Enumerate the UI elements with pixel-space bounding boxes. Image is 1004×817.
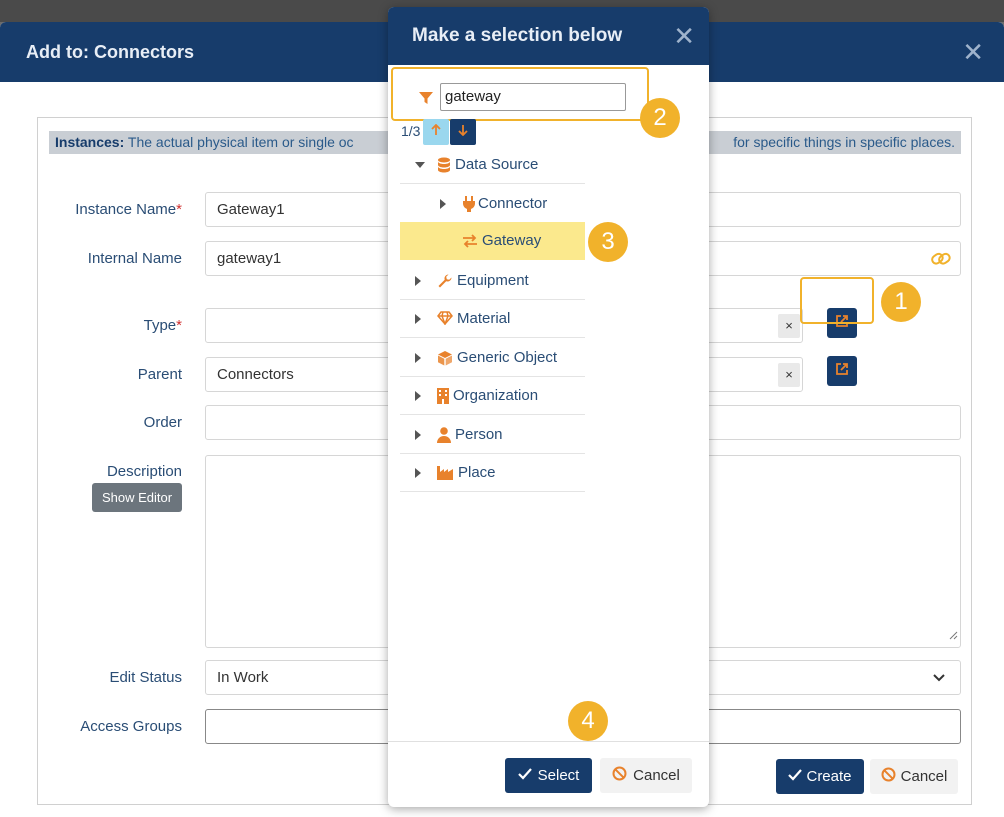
callout-4: 4 [568,701,608,741]
filter-icon [419,91,433,109]
type-clear-button[interactable]: × [778,314,800,338]
tree-item-gateway[interactable]: Gateway [400,222,585,260]
order-label: Order [143,414,182,431]
check-icon [517,767,532,784]
tree-item-material[interactable]: Material [400,300,585,338]
dialog-title: Add to: Connectors [26,41,194,62]
ban-icon [612,766,627,785]
caret-right-icon[interactable] [415,391,421,401]
external-link-icon [835,362,849,381]
ban-icon [881,767,896,786]
caret-right-icon[interactable] [415,353,421,363]
tree-item-label: Material [457,310,511,327]
description-label: Description [106,463,182,480]
arrow-up-icon [431,123,441,141]
tree-item-data-source[interactable]: Data Source [400,146,585,184]
callout-1: 1 [881,282,921,322]
caret-right-icon[interactable] [415,314,421,324]
caret-right-icon[interactable] [415,468,421,478]
callout-2: 2 [640,98,680,138]
filter-highlight: gateway [391,67,649,121]
parent-label: Parent [137,366,182,383]
tree-item-label: Connector [478,195,548,212]
tree-item-label: Generic Object [457,349,558,366]
callout-3: 3 [588,222,628,262]
arrow-down-icon [458,123,468,141]
tree-item-equipment[interactable]: Equipment [400,262,585,300]
internal-name-label: Internal Name [87,250,182,267]
chevron-down-icon [932,662,946,695]
access-groups-label: Access Groups [80,718,182,735]
caret-right-icon[interactable] [415,430,421,440]
select-button[interactable]: Select [505,758,592,793]
cube-icon [437,350,453,366]
database-icon [437,157,453,173]
tree-item-label: Organization [453,387,539,404]
info-text: The actual physical item or single oc [127,134,354,150]
building-icon [437,388,453,404]
selection-title: Make a selection below [412,25,623,46]
tree-item-label: Equipment [457,272,529,289]
instance-name-label: Instance Name* [75,201,182,218]
info-text-tail: for specific things in specific places. [733,131,955,154]
edit-status-label: Edit Status [109,669,182,686]
selection-footer: Select Cancel [388,741,709,807]
selection-header: Make a selection below ✕ [388,7,709,65]
cancel-button[interactable]: Cancel [870,759,958,794]
tree-item-organization[interactable]: Organization [400,377,585,415]
tree-item-person[interactable]: Person [400,416,585,454]
tree-item-label: Place [458,464,496,481]
link-icon[interactable] [930,248,952,281]
person-icon [437,427,453,443]
create-button[interactable]: Create [776,759,864,794]
show-editor-button[interactable]: Show Editor [92,483,182,512]
plug-icon [463,196,479,212]
caret-right-icon[interactable] [415,276,421,286]
match-count: 1/3 [401,123,421,139]
cancel-button[interactable]: Cancel [600,758,692,793]
callout-1-highlight [800,277,874,324]
filter-input[interactable]: gateway [440,83,626,111]
wrench-icon [437,273,453,289]
info-label: Instances: [55,134,125,150]
tree-item-label: Gateway [482,232,542,249]
gem-icon [437,311,453,327]
tree-item-place[interactable]: Place [400,454,585,492]
previous-match-button[interactable] [423,119,449,145]
industry-icon [437,465,453,481]
check-icon [788,768,803,785]
close-icon[interactable]: ✕ [673,23,695,49]
parent-open-button[interactable] [827,356,857,386]
exchange-icon [462,234,478,250]
type-label: Type* [143,317,182,334]
tree-item-label: Data Source [455,156,539,173]
caret-right-icon[interactable] [440,199,446,209]
caret-down-icon[interactable] [415,162,425,168]
tree-item-label: Person [455,426,503,443]
tree-item-connector[interactable]: Connector [430,185,585,223]
next-match-button[interactable] [450,119,476,145]
close-icon[interactable]: ✕ [962,39,984,65]
tree-item-generic-object[interactable]: Generic Object [400,339,585,377]
parent-clear-button[interactable]: × [778,363,800,387]
resize-handle-icon[interactable] [948,627,958,645]
